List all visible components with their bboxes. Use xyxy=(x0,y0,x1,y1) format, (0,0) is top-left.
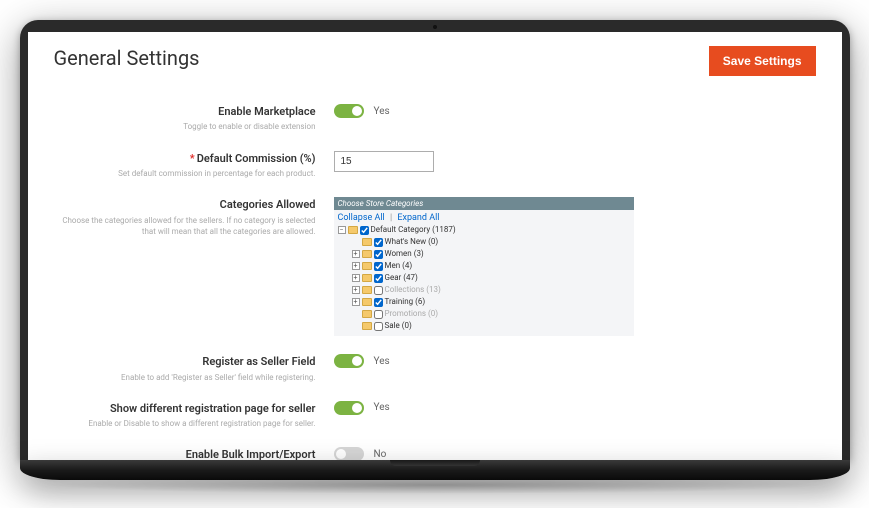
category-checkbox[interactable] xyxy=(374,238,383,247)
category-checkbox[interactable] xyxy=(374,262,383,271)
register-seller-value: Yes xyxy=(374,356,390,367)
category-node-label: Training (6) xyxy=(385,296,426,308)
category-tree-node[interactable]: Promotions (0) xyxy=(338,308,630,320)
category-checkbox[interactable] xyxy=(374,250,383,259)
expand-icon[interactable]: + xyxy=(352,274,360,282)
settings-page: General Settings Save Settings Enable Ma… xyxy=(28,32,842,460)
category-node-label: Sale (0) xyxy=(385,320,412,332)
folder-icon xyxy=(362,238,372,246)
expand-icon[interactable]: + xyxy=(352,298,360,306)
category-tree-header: Choose Store Categories xyxy=(334,197,634,210)
register-seller-toggle[interactable]: Yes xyxy=(334,354,390,368)
bulk-import-value: No xyxy=(374,449,387,460)
folder-icon xyxy=(362,298,372,306)
collapse-icon[interactable]: − xyxy=(338,226,346,234)
category-checkbox[interactable] xyxy=(374,286,383,295)
category-tree-node[interactable]: + Collections (13) xyxy=(338,284,630,296)
category-checkbox[interactable] xyxy=(374,322,383,331)
expand-icon[interactable]: + xyxy=(352,262,360,270)
enable-marketplace-value: Yes xyxy=(374,106,390,117)
save-settings-button[interactable]: Save Settings xyxy=(709,46,816,76)
folder-icon xyxy=(362,250,372,258)
folder-icon xyxy=(362,286,372,294)
folder-icon xyxy=(362,322,372,330)
expand-icon[interactable]: + xyxy=(352,250,360,258)
category-node-label: Women (3) xyxy=(385,248,424,260)
category-tree-actions: Collapse All | Expand All xyxy=(338,212,630,224)
diff-reg-label: Show different registration page for sel… xyxy=(54,401,316,416)
categories-allowed-label: Categories Allowed xyxy=(54,197,316,212)
register-seller-help: Enable to add 'Register as Seller' field… xyxy=(54,372,316,383)
category-tree-node[interactable]: − Default Category (1187) xyxy=(338,224,630,236)
folder-icon xyxy=(362,310,372,318)
category-tree: − Default Category (1187)What's New (0) + W… xyxy=(338,224,630,332)
diff-reg-value: Yes xyxy=(374,402,390,413)
categories-allowed-help: Choose the categories allowed for the se… xyxy=(54,215,316,237)
diff-reg-help: Enable or Disable to show a different re… xyxy=(54,418,316,429)
category-tree-node[interactable]: Sale (0) xyxy=(338,320,630,332)
category-checkbox[interactable] xyxy=(374,310,383,319)
laptop-camera xyxy=(433,25,437,29)
folder-icon xyxy=(362,262,372,270)
category-tree-node[interactable]: + Gear (47) xyxy=(338,272,630,284)
enable-marketplace-help: Toggle to enable or disable extension xyxy=(54,121,316,132)
page-title: General Settings xyxy=(54,46,200,70)
category-checkbox[interactable] xyxy=(374,298,383,307)
expand-all-link[interactable]: Expand All xyxy=(397,213,439,223)
diff-reg-toggle[interactable]: Yes xyxy=(334,401,390,415)
category-node-label: Men (4) xyxy=(385,260,413,272)
collapse-all-link[interactable]: Collapse All xyxy=(338,213,385,223)
category-node-label: Gear (47) xyxy=(385,272,418,284)
folder-icon xyxy=(348,226,358,234)
default-commission-input[interactable] xyxy=(334,151,434,172)
category-node-label: Promotions (0) xyxy=(385,308,439,320)
default-commission-label: *Default Commission (%) xyxy=(54,151,316,166)
category-tree-panel: Choose Store Categories Collapse All | E… xyxy=(334,197,634,336)
default-commission-help: Set default commission in percentage for… xyxy=(54,168,316,179)
expand-icon[interactable]: + xyxy=(352,286,360,294)
category-node-label: What's New (0) xyxy=(385,236,439,248)
category-tree-node[interactable]: + Women (3) xyxy=(338,248,630,260)
category-tree-node[interactable]: + Men (4) xyxy=(338,260,630,272)
register-seller-label: Register as Seller Field xyxy=(54,354,316,369)
category-tree-node[interactable]: + Training (6) xyxy=(338,296,630,308)
category-checkbox[interactable] xyxy=(360,226,369,235)
category-checkbox[interactable] xyxy=(374,274,383,283)
category-tree-node[interactable]: What's New (0) xyxy=(338,236,630,248)
bulk-import-label: Enable Bulk Import/Export xyxy=(54,447,316,460)
folder-icon xyxy=(362,274,372,282)
category-node-label: Collections (13) xyxy=(385,284,441,296)
enable-marketplace-toggle[interactable]: Yes xyxy=(334,104,390,118)
bulk-import-toggle[interactable]: No xyxy=(334,447,387,460)
enable-marketplace-label: Enable Marketplace xyxy=(54,104,316,119)
category-node-label: Default Category (1187) xyxy=(371,224,456,236)
